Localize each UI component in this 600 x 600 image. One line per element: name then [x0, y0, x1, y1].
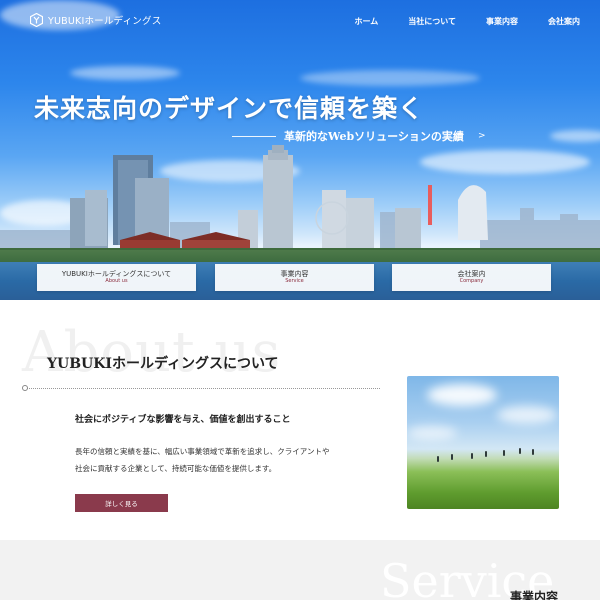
quick-link-label: 事業内容: [280, 270, 309, 279]
hexagon-logo-icon: [30, 13, 43, 27]
section-divider: [25, 388, 380, 389]
quick-link-company[interactable]: 会社案内 Company: [392, 264, 551, 291]
about-heading: 社会にポジティブな影響を与え、価値を創出すること: [75, 415, 291, 425]
main-nav: ホーム 当社について 事業内容 会社案内: [324, 16, 580, 27]
quick-link-label: YUBUKIホールディングスについて: [61, 270, 172, 279]
quick-link-about[interactable]: YUBUKIホールディングスについて About us: [37, 264, 196, 291]
hero-subheadline: 革新的なWebソリューションの実績: [284, 130, 464, 143]
site-logo[interactable]: YUBUKIホールディングス: [30, 13, 161, 27]
chevron-right-icon: >: [477, 131, 486, 141]
nav-item-company[interactable]: 会社案内: [548, 16, 580, 27]
hero-headline: 未来志向のデザインで信頼を築く: [34, 94, 425, 123]
quick-link-sublabel: About us: [105, 278, 128, 285]
quick-link-service[interactable]: 事業内容 Service: [215, 264, 374, 291]
quick-link-label: 会社案内: [457, 270, 486, 279]
about-title: YUBUKIホールディングスについて: [47, 356, 279, 372]
hero-subheadline-link[interactable]: 革新的なWebソリューションの実績 >: [232, 128, 485, 144]
nav-item-home[interactable]: ホーム: [354, 16, 378, 27]
divider: [232, 135, 276, 137]
about-body: 長年の信頼と実績を基に、幅広い事業領域で革新を追求し、クライアントや 社会に貢献…: [75, 443, 375, 477]
hero-quick-links: YUBUKIホールディングスについて About us 事業内容 Service…: [37, 264, 551, 291]
about-body-line: 社会に貢献する企業として、持続可能な価値を提供します。: [75, 464, 277, 473]
about-body-line: 長年の信頼と実績を基に、幅広い事業領域で革新を追求し、クライアントや: [75, 447, 330, 456]
logo-text: YUBUKIホールディングス: [48, 16, 162, 27]
divider-dot: [22, 385, 28, 391]
nav-item-about[interactable]: 当社について: [408, 16, 456, 27]
read-more-button[interactable]: 詳しく見る: [75, 494, 168, 512]
nav-item-service[interactable]: 事業内容: [486, 16, 518, 27]
about-photo: [407, 376, 559, 509]
service-title: 事業内容: [510, 590, 559, 600]
service-section: Service 事業内容: [0, 540, 600, 600]
quick-link-sublabel: Company: [459, 278, 484, 285]
quick-link-sublabel: Service: [285, 278, 304, 285]
hero-section: YUBUKIホールディングス ホーム 当社について 事業内容 会社案内 未来志向…: [0, 0, 600, 300]
